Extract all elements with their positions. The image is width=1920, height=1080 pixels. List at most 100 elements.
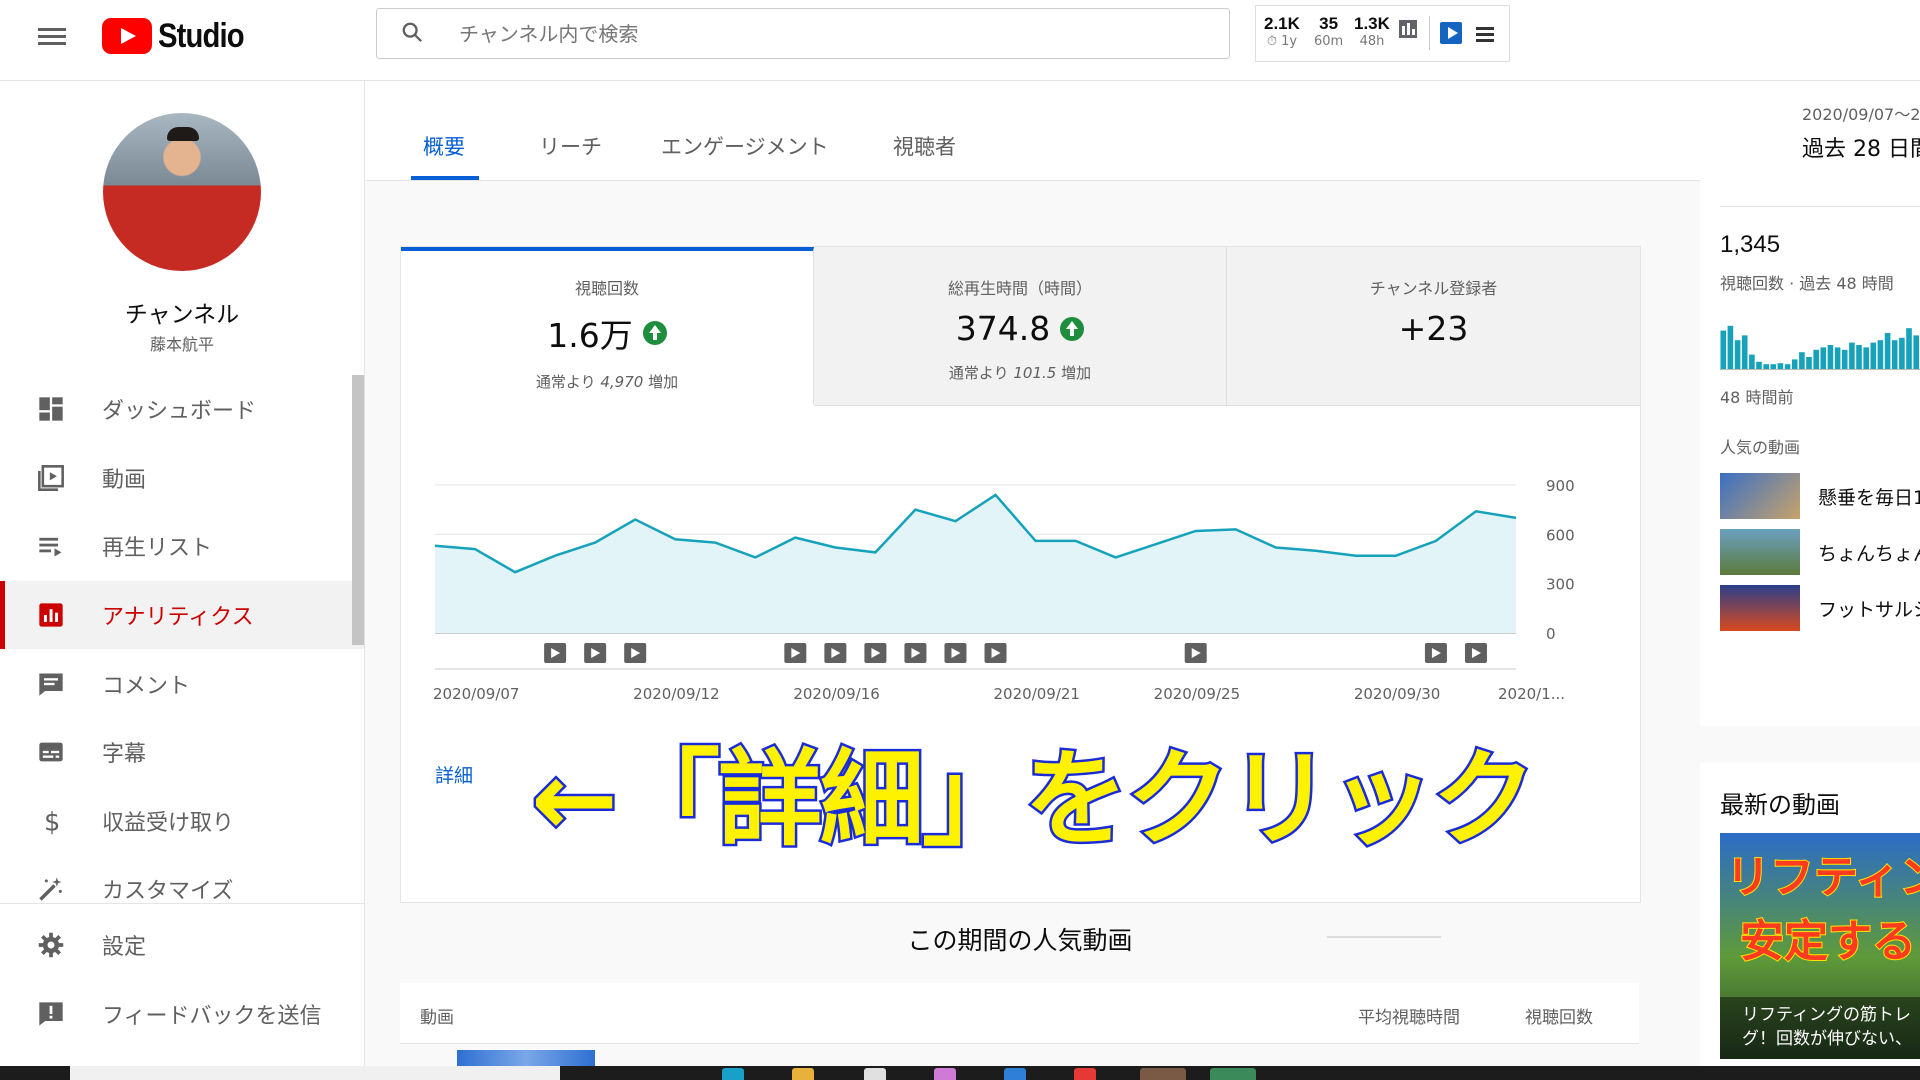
x-tick-label: 2020/09/07 [433,685,519,703]
x-tick-label: 2020/09/12 [633,685,719,703]
sidebar-item-playlists[interactable]: 再生リスト [0,512,364,581]
sidebar-item-feedback[interactable]: フィードバックを送信 [0,980,364,1049]
metric-note-prefix: 通常より [948,364,1014,382]
realtime-bar [1863,347,1869,369]
metric-watch-time[interactable]: 総再生時間（時間） 374.8 通常より 101.5 増加 [814,247,1227,406]
column-header-avg-view: 平均視聴時間 [1358,1008,1460,1028]
views-line-chart[interactable]: 900 600 300 0 2020/09/07 2020/09/12 2020/09/16… [401,405,1640,705]
metric-note-value: 101.5 [1013,364,1057,382]
hamburger-menu-icon[interactable] [38,24,66,52]
taskbar-app-icon[interactable] [722,1068,744,1080]
realtime-bar [1741,335,1748,369]
metric-note-suffix: 増加 [1056,364,1092,382]
analytics-icon [36,600,66,630]
search-input[interactable] [457,9,1201,58]
metric-views[interactable]: 視聴回数 1.6万 通常より 4,970 増加 [401,247,814,405]
realtime-divider [1720,206,1920,207]
column-header-views[interactable]: 視聴回数 [1525,1003,1593,1028]
date-range-label: 過去 28 日間 [1802,137,1920,162]
video-thumbnail[interactable] [457,1050,595,1066]
metric-note-value: 4,970 [600,373,644,391]
sidebar-item-videos[interactable]: 動画 [0,444,364,513]
latest-video-title: 最新の動画 [1720,791,1840,819]
metric-subscribers[interactable]: チャンネル登録者 +23 [1227,247,1640,406]
tab-overview[interactable]: 概要 [423,131,465,161]
search-box[interactable] [376,8,1230,59]
sidebar-item-monetization[interactable]: $ 収益受け取り [0,787,364,856]
search-icon[interactable] [401,21,423,43]
main-content: 概要 リーチ エンゲージメント 視聴者 2020/09/07～2 過去 28 日… [365,81,1920,1066]
realtime-bar [1763,364,1769,369]
chart-detail-link[interactable]: 詳細 [435,761,473,788]
trend-up-icon [1060,316,1085,341]
taskbar-app-icon[interactable] [1210,1068,1256,1080]
dollar-icon: $ [36,806,66,836]
sidebar-item-comments[interactable]: コメント [0,649,364,718]
video-icon [36,463,66,493]
popular-videos-table-header: 動画 平均視聴時間 視聴回数 [400,983,1639,1044]
tab-reach[interactable]: リーチ [539,131,602,161]
sidebar-scrollbar[interactable] [352,375,364,645]
taskbar-app-icon[interactable] [1004,1068,1026,1080]
studio-logo[interactable]: Studio [102,14,258,58]
realtime-bar [1784,364,1791,369]
realtime-bar [1820,347,1827,369]
latest-video-caption: リフティングの筋トレ グ！回数が伸びない、 [1720,997,1920,1059]
playlist-icon [36,531,66,561]
chart-area-fill [435,494,1516,633]
column-header-video: 動画 [420,1008,454,1028]
taskbar-app-icon[interactable] [1140,1068,1186,1080]
realtime-bar-chart[interactable] [1720,311,1920,371]
date-range-selector[interactable]: 2020/09/07～2 過去 28 日間 [1802,101,1920,163]
metric-value-row: 1.6万 [401,309,813,357]
x-tick-label: 2020/1... [1498,685,1565,703]
sidebar-item-dashboard[interactable]: ダッシュボード [0,375,364,444]
ext-stat-value: 1.3K [1354,14,1390,33]
taskbar-app-icon[interactable] [934,1068,956,1080]
sidebar-item-label: 設定 [102,935,147,961]
x-tick-label: 2020/09/21 [994,685,1080,703]
latest-video-thumbnail[interactable]: リフティング 安定する リフティングの筋トレ グ！回数が伸びない、 [1720,833,1920,1059]
bar-chart-icon[interactable] [1399,20,1417,38]
taskbar-app-icon[interactable] [792,1068,814,1080]
stats-extension-widget[interactable]: 2.1K ⏱ 1y 35 60m 1.3K 48h [1255,5,1510,62]
sidebar-item-label: ダッシュボード [102,399,257,425]
tab-engagement[interactable]: エンゲージメント [661,131,829,161]
extension-play-icon[interactable] [1440,22,1462,44]
sidebar-item-label: 動画 [102,467,147,493]
realtime-video-item[interactable]: ちょんちょん [1720,529,1920,575]
realtime-bar [1791,359,1798,369]
realtime-bar [1806,357,1812,369]
x-tick-label: 2020/09/30 [1354,685,1440,703]
realtime-bar [1834,347,1841,369]
taskbar-app-icon[interactable] [1074,1068,1096,1080]
ext-stat-value: 35 [1319,14,1339,33]
sidebar-item-analytics[interactable]: アナリティクス [0,580,364,650]
popular-videos-title: この期間の人気動画 [907,926,1133,955]
taskbar-app-icon[interactable] [864,1068,886,1080]
date-range-dates: 2020/09/07～2 [1802,105,1920,124]
tab-audience[interactable]: 視聴者 [893,131,956,161]
y-tick-label: 300 [1546,576,1575,594]
realtime-bar [1799,352,1805,369]
channel-avatar[interactable] [103,113,261,271]
os-taskbar [0,1066,1920,1080]
sidebar-item-subtitles[interactable]: 字幕 [0,718,364,787]
realtime-bar [1870,342,1877,369]
logo-text: Studio [158,16,245,55]
sidebar-item-label: カスタマイズ [102,879,234,905]
channel-owner-name: 藤本航平 [149,335,214,354]
realtime-video-item[interactable]: フットサルシ [1720,585,1920,631]
ext-stat-60m: 35 60m [1314,14,1343,49]
sidebar-item-settings[interactable]: 設定 [0,911,364,980]
realtime-bar [1891,340,1898,369]
ext-stat-sub: 60m [1314,34,1344,49]
active-tab-indicator [411,176,479,180]
sidebar-bottom-nav: 設定 フィードバックを送信 [0,911,364,1048]
tutorial-annotation-text: ←「詳細」をクリック [528,736,1538,863]
realtime-bar [1841,349,1848,369]
extension-menu-icon[interactable] [1476,24,1494,45]
y-tick-label: 900 [1546,477,1575,495]
taskbar-search[interactable] [70,1066,560,1080]
realtime-video-item[interactable]: 懸垂を毎日100回 [1720,473,1920,519]
